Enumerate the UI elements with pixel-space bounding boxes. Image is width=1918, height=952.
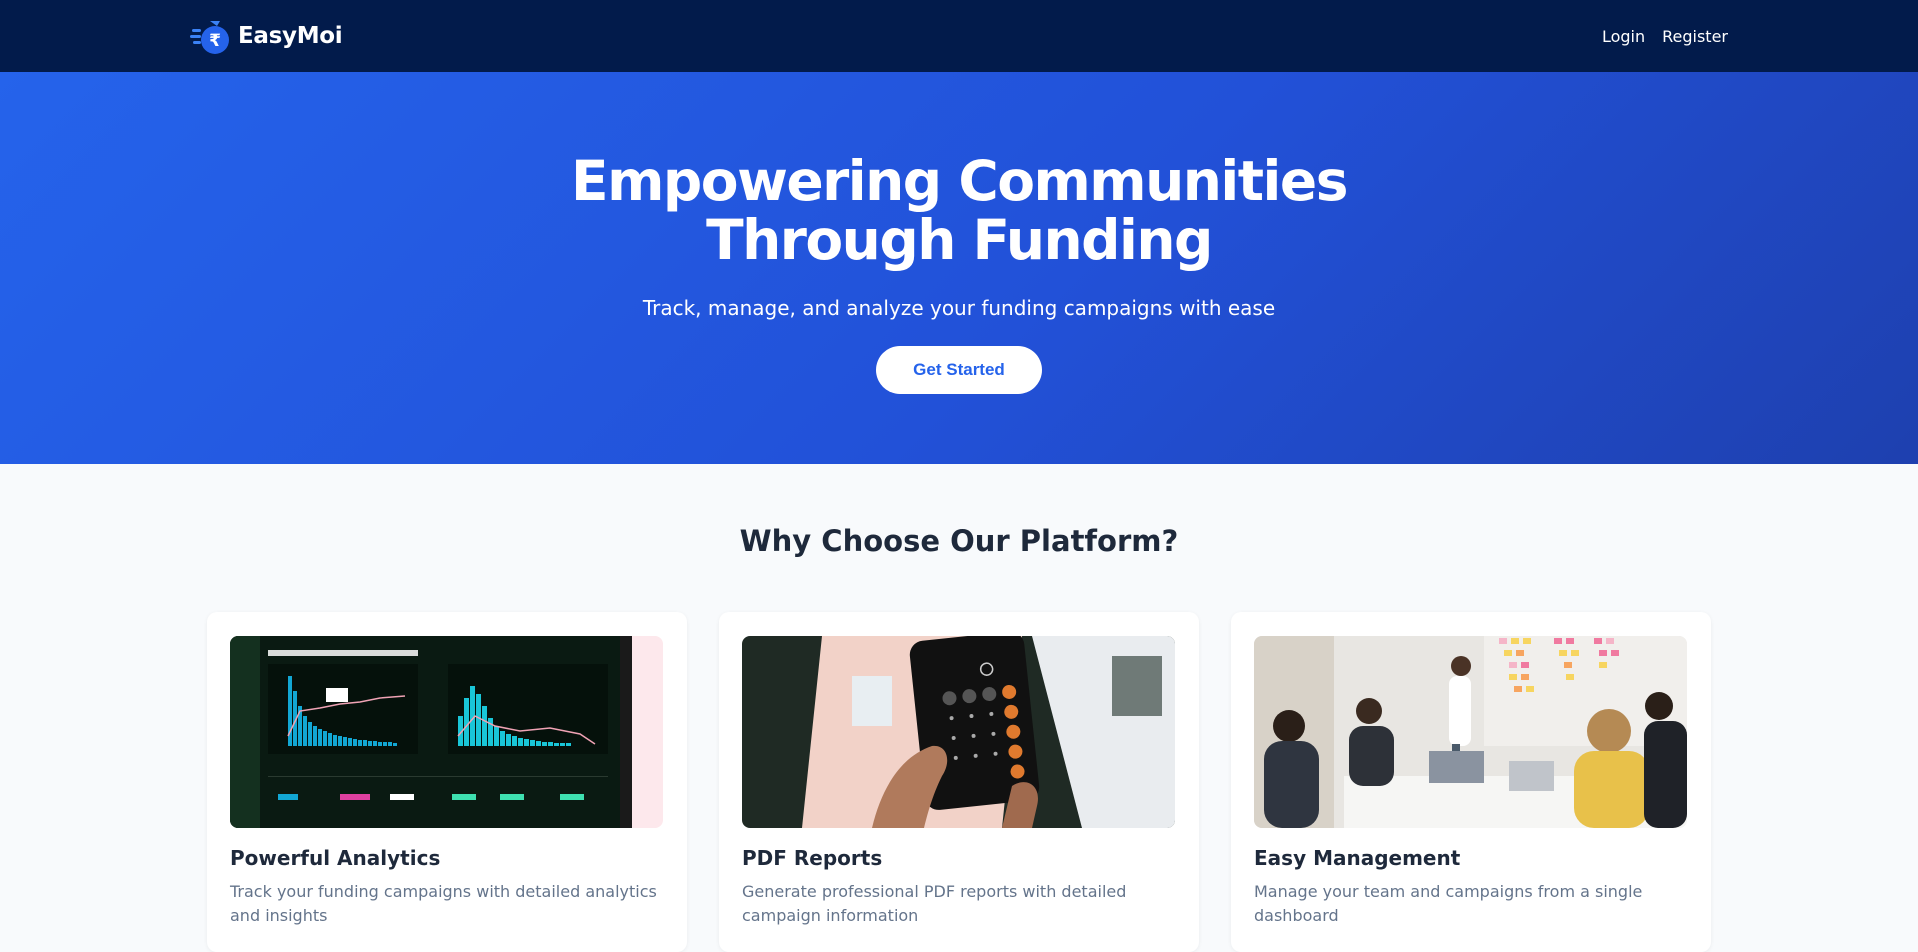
card-title: Powerful Analytics (230, 846, 441, 870)
hero-title: Empowering Communities Through Funding (0, 152, 1918, 270)
hero-title-line1: Empowering Communities (571, 149, 1348, 213)
brand-name: EasyMoi (238, 23, 343, 49)
hero-title-line2: Through Funding (706, 208, 1213, 272)
team-meeting-photo (1254, 636, 1687, 828)
card-description: Manage your team and campaigns from a si… (1254, 882, 1643, 925)
brand-logo[interactable]: ₹ EasyMoi (190, 14, 343, 58)
navbar: ₹ EasyMoi Login Register (0, 0, 1918, 72)
analytics-dashboard-photo (230, 636, 663, 828)
card-description: Generate professional PDF reports with d… (742, 882, 1127, 925)
svg-text:₹: ₹ (209, 31, 221, 51)
feature-card-analytics: Powerful Analytics Track your funding ca… (207, 612, 687, 952)
feature-card-pdf-reports: PDF Reports Generate professional PDF re… (719, 612, 1199, 952)
card-title: PDF Reports (742, 846, 883, 870)
rupee-money-bag-icon: ₹ (190, 14, 234, 58)
nav-links: Login Register (1602, 0, 1728, 72)
get-started-button[interactable]: Get Started (876, 346, 1042, 394)
calculator-phone-photo (742, 636, 1175, 828)
hero-subtitle: Track, manage, and analyze your funding … (642, 296, 1276, 320)
card-description: Track your funding campaigns with detail… (230, 882, 657, 925)
register-link[interactable]: Register (1662, 27, 1728, 46)
feature-card-easy-management: Easy Management Manage your team and cam… (1231, 612, 1711, 952)
features-heading: Why Choose Our Platform? (739, 524, 1179, 558)
login-link[interactable]: Login (1602, 27, 1645, 46)
card-title: Easy Management (1254, 846, 1461, 870)
hero-section: Empowering Communities Through Funding T… (0, 72, 1918, 464)
